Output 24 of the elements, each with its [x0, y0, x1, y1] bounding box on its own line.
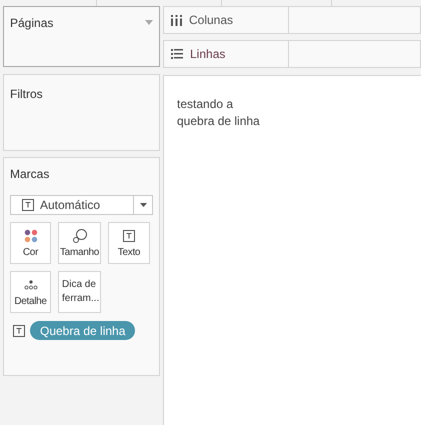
view-text: quebra de linha [177, 113, 261, 130]
dropdown-arrow-icon[interactable] [145, 20, 153, 25]
view-text: testando a [177, 96, 234, 113]
columns-icon [171, 14, 182, 26]
mark-property-button[interactable]: Cor [10, 222, 51, 264]
shelf-label: Linhas [190, 46, 226, 63]
circles-icon [72, 228, 88, 244]
mark-property-button[interactable]: Dica de ferram... [58, 271, 101, 313]
detail-icon [24, 280, 38, 290]
mark-property-button[interactable]: Texto [108, 222, 150, 264]
dots-icon [24, 228, 38, 242]
shelf-label: Colunas [189, 12, 234, 29]
mark-type-value: Automático [40, 197, 100, 214]
mark-property-button[interactable]: Tamanho [58, 222, 101, 264]
card-title: Filtros [10, 87, 43, 101]
text-icon [123, 230, 135, 242]
card-title: Páginas [10, 15, 54, 30]
mark-property-button[interactable]: Detalhe [10, 271, 51, 313]
card-title: Marcas [10, 166, 50, 183]
text-icon [22, 199, 34, 211]
text-icon [13, 324, 25, 336]
dropdown-arrow-icon [140, 203, 146, 207]
list-icon [171, 49, 183, 59]
mark-type-dropdown[interactable]: Automático [10, 195, 153, 215]
